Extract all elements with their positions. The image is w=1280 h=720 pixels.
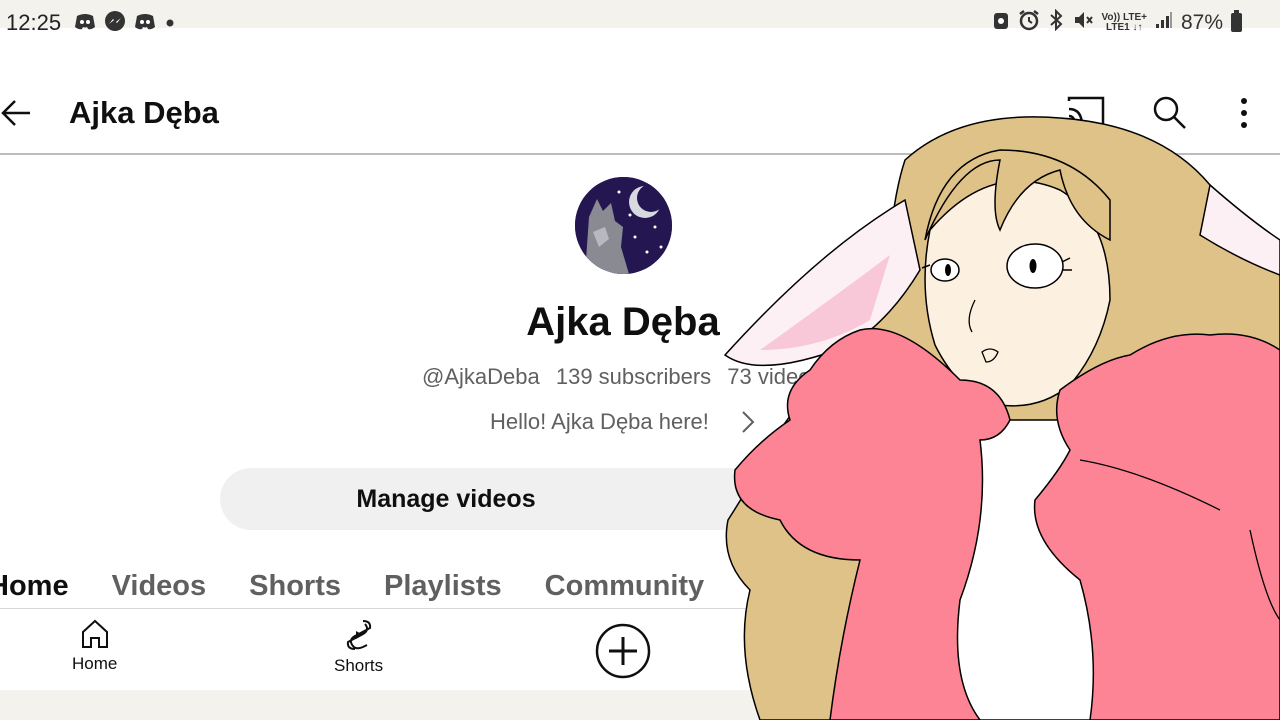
header-divider: [0, 153, 1280, 155]
discord-icon: [74, 12, 96, 37]
notification-icons: [74, 11, 176, 38]
channel-handle: @AjkaDeba: [422, 364, 540, 389]
video-count: 73 videos: [727, 364, 822, 389]
more-options-button[interactable]: [1232, 97, 1256, 134]
channel-description[interactable]: Hello! Ajka Dęba here!: [490, 409, 709, 435]
bluetooth-icon: [1048, 8, 1064, 36]
signal-icon: [1155, 11, 1173, 34]
channel-avatar[interactable]: [575, 177, 672, 274]
description-expand-button[interactable]: [738, 408, 758, 441]
tab-videos[interactable]: Videos: [112, 570, 207, 603]
manage-videos-button[interactable]: Manage videos: [220, 468, 872, 530]
nav-home[interactable]: Home: [72, 618, 117, 674]
manage-videos-label: Manage videos: [356, 484, 536, 513]
status-time: 12:25: [6, 10, 62, 35]
plus-circle-icon: [595, 623, 651, 679]
wolf-avatar-icon: [575, 177, 672, 274]
more-vert-icon: [1241, 98, 1247, 128]
chevron-right-icon: [742, 411, 755, 433]
network-indicator: Vo)) LTE+ LTE1 ↓↑: [1101, 11, 1147, 33]
messenger-icon: [104, 11, 126, 38]
search-button[interactable]: [1152, 95, 1188, 136]
back-button[interactable]: [0, 96, 34, 130]
shorts-icon: [346, 620, 371, 650]
nav-shorts[interactable]: Shorts: [334, 618, 383, 676]
network-top-label: Vo)) LTE+: [1101, 11, 1147, 23]
mute-icon: [1072, 9, 1094, 36]
search-icon: [1153, 96, 1186, 129]
more-notifications-dot-icon: [164, 16, 176, 34]
create-button[interactable]: [595, 623, 651, 679]
home-icon: [81, 619, 108, 648]
tab-home[interactable]: Home: [0, 570, 69, 603]
tab-community[interactable]: Community: [545, 570, 705, 603]
battery-percent: 87%: [1180, 10, 1223, 34]
back-arrow-icon: [1, 100, 30, 126]
system-icons: Vo)) LTE+ LTE1 ↓↑ 87%: [992, 8, 1242, 36]
channel-name: Ajka Dęba: [526, 300, 720, 344]
page-title: Ajka Dęba: [69, 95, 219, 130]
channel-tabs: Home Videos Shorts Playlists Community: [0, 570, 704, 603]
subscriber-count: 139 subscribers: [555, 364, 712, 389]
recycle-icon: [992, 10, 1010, 35]
nav-home-label: Home: [72, 654, 118, 673]
cast-icon: [1067, 96, 1105, 128]
channel-meta: @AjkaDeba 139 subscribers 73 videos: [422, 364, 831, 390]
discord-icon: [134, 12, 156, 37]
tab-shorts[interactable]: Shorts: [249, 570, 341, 603]
nav-shorts-label: Shorts: [334, 656, 384, 675]
status-bar: 12:25 Vo)) LTE+ LTE1 ↓↑ 87%: [0, 0, 1280, 44]
alarm-icon: [1018, 9, 1040, 36]
tab-playlists[interactable]: Playlists: [384, 570, 502, 603]
battery-icon: [1231, 10, 1242, 32]
tab-divider: [0, 608, 1280, 609]
network-bottom-label: LTE1 ↓↑: [1105, 21, 1143, 33]
cast-button[interactable]: [1066, 95, 1106, 134]
